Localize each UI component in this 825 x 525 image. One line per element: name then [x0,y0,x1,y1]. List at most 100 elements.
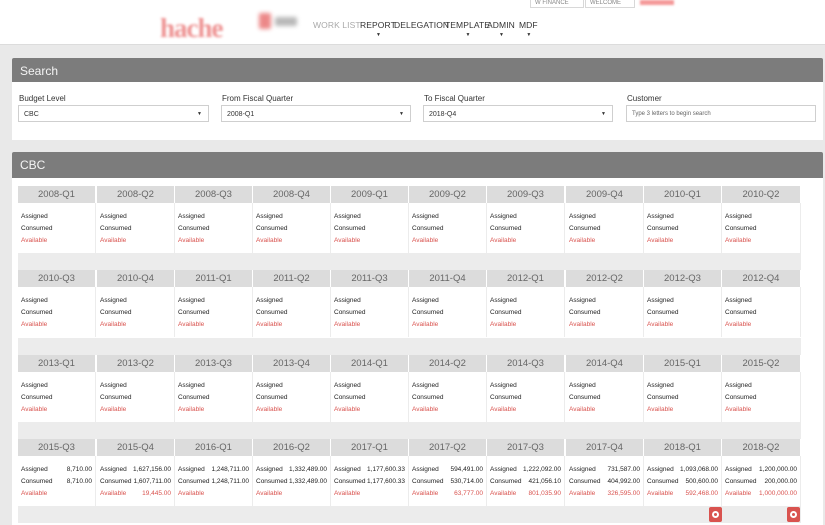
quarter-header: 2017-Q2 [409,439,487,456]
quarter-header: 2008-Q2 [97,186,175,203]
to-quarter-label: To Fiscal Quarter [424,94,485,103]
nav-report[interactable]: REPORT ▼ [360,20,396,38]
consumed-label: Consumed [21,225,53,232]
consumed-value: 421,056.10 [528,478,561,485]
available-label: Available [490,490,517,497]
search-panel-title: Search [20,64,59,78]
row-separator [18,506,801,523]
assigned-label: Assigned [647,382,674,389]
assigned-label: Assigned [21,382,48,389]
quarter-header: 2015-Q2 [722,355,801,372]
nav-template[interactable]: TEMPLATE ▼ [445,20,490,38]
assigned-value: 1,627,156.00 [133,466,171,473]
consumed-label: Consumed [569,394,601,401]
quarter-cell: Assigned Consumed Available [566,372,644,422]
available-label: Available [725,321,752,328]
available-label: Available [412,237,439,244]
search-panel-header[interactable]: Search [12,58,823,84]
plus-circle-icon[interactable] [787,507,800,522]
assigned-label: Assigned [490,466,517,473]
chevron-down-icon: ▼ [498,32,504,38]
consumed-label: Consumed [569,309,601,316]
finance-selector[interactable]: W FINANCE [530,0,584,8]
consumed-label: Consumed [647,309,679,316]
consumed-label: Consumed [725,309,757,316]
consumed-value: 500,600.00 [685,478,718,485]
quarter-cell: Assigned Consumed Available [97,203,175,253]
welcome-user[interactable]: WELCOME [585,0,635,8]
consumed-label: Consumed [569,478,601,485]
quarter-cell: Assigned Consumed Available [487,287,565,337]
from-quarter-label: From Fiscal Quarter [222,94,294,103]
available-label: Available [21,321,48,328]
quarter-cell: Assigned Consumed Available [566,287,644,337]
quarter-cell: Assigned Consumed Available [722,203,801,253]
available-label: Available [490,406,517,413]
dropdown-arrow-icon: ▼ [399,111,404,117]
quarter-header: 2010-Q4 [97,270,175,287]
assigned-label: Assigned [178,382,205,389]
row-separator [18,253,801,270]
consumed-label: Consumed [412,309,444,316]
quarter-header: 2009-Q2 [409,186,487,203]
available-label: Available [334,490,361,497]
quarter-header: 2012-Q2 [566,270,644,287]
budget-level-label: Budget Level [19,94,66,103]
available-label: Available [256,237,283,244]
consumed-label: Consumed [100,225,132,232]
quarter-cell: Assigned Consumed Available [253,372,331,422]
consumed-value: 1,177,600.33 [367,478,405,485]
quarter-header: 2008-Q1 [18,186,96,203]
to-quarter-select[interactable]: 2018-Q4 ▼ [423,105,613,122]
budget-level-select[interactable]: CBC ▼ [18,105,209,122]
quarter-header: 2015-Q3 [18,439,96,456]
quarter-cell: Assigned Consumed Available [644,372,722,422]
nav-work-list[interactable]: WORK LIST [313,20,361,30]
consumed-label: Consumed [490,225,522,232]
chevron-down-icon: ▼ [526,32,532,38]
row-separator [18,422,801,439]
consumed-label: Consumed [21,309,53,316]
available-value: 801,035.90 [528,490,561,497]
available-label: Available [21,490,48,497]
available-label: Available [490,237,517,244]
quarter-cell: Assigned 1,332,489.00 Consumed 1,332,489.00… [253,456,331,506]
customer-search-input[interactable]: Type 3 letters to begin search [626,105,816,122]
consumed-label: Consumed [647,478,679,485]
assigned-label: Assigned [490,213,517,220]
quarter-header: 2012-Q1 [487,270,565,287]
consumed-label: Consumed [256,309,288,316]
consumed-label: Consumed [725,478,757,485]
assigned-label: Assigned [100,466,127,473]
consumed-label: Consumed [490,309,522,316]
plus-circle-icon[interactable] [709,507,722,522]
nav-delegation[interactable]: DELEGATION [394,20,449,30]
assigned-value: 594,491.00 [450,466,483,473]
quarter-header: 2011-Q4 [409,270,487,287]
quarter-header: 2008-Q4 [253,186,331,203]
consumed-label: Consumed [334,225,366,232]
quarter-cell: Assigned Consumed Available [97,372,175,422]
available-label: Available [178,490,205,497]
quarter-cell: Assigned Consumed Available [644,287,722,337]
quarter-cell: Assigned Consumed Available [487,203,565,253]
logout-button[interactable] [640,0,674,5]
assigned-label: Assigned [178,297,205,304]
quarter-cell: Assigned Consumed Available [722,372,801,422]
assigned-label: Assigned [334,466,361,473]
available-label: Available [100,406,127,413]
top-header: hache W FINANCE WELCOME WORK LIST REPORT… [0,0,825,45]
quarter-cell: Assigned Consumed Available [18,287,96,337]
assigned-label: Assigned [100,213,127,220]
quarter-header: 2011-Q2 [253,270,331,287]
results-panel-header[interactable]: CBC [12,152,823,178]
nav-mdf[interactable]: MDF ▼ [519,20,538,38]
quarter-header: 2014-Q3 [487,355,565,372]
consumed-value: 1,607,711.00 [133,478,171,485]
quarter-header: 2018-Q1 [644,439,722,456]
nav-admin[interactable]: ADMIN ▼ [487,20,515,38]
assigned-label: Assigned [647,466,674,473]
to-quarter-value: 2018-Q4 [429,111,457,118]
brand-logo[interactable]: hache [160,13,223,44]
from-quarter-select[interactable]: 2008-Q1 ▼ [221,105,411,122]
